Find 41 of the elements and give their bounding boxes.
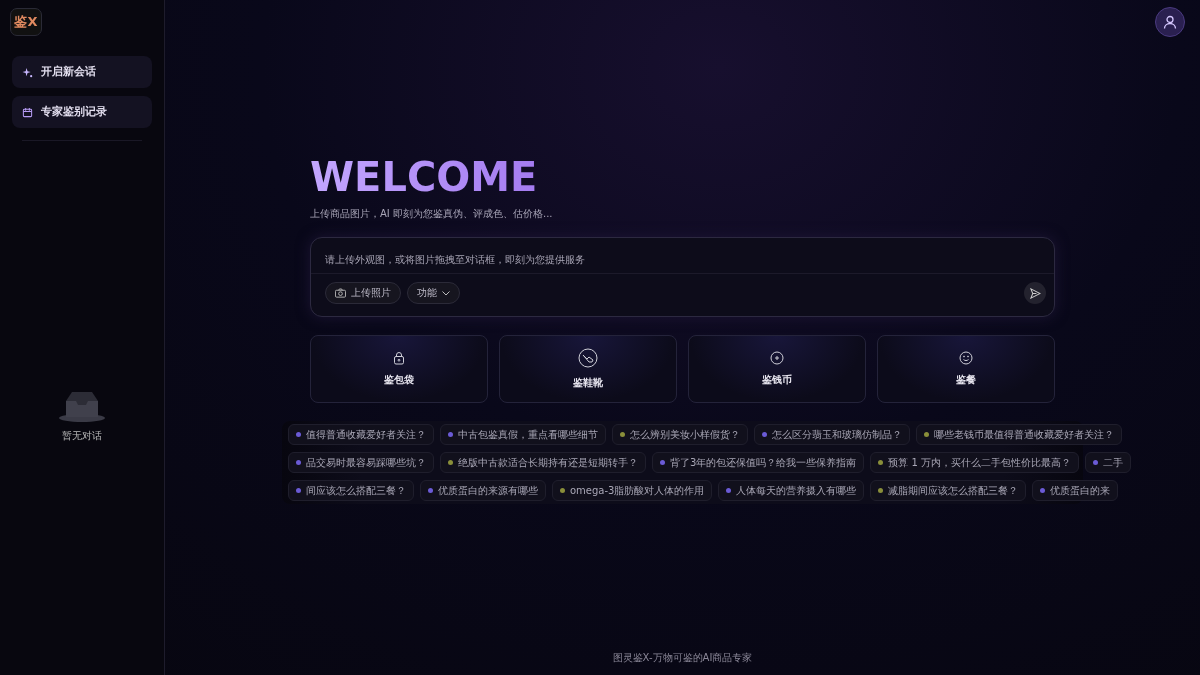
sparkle-icon — [22, 66, 33, 78]
suggestion-chip[interactable]: 怎么辨别美妆小样假货？ — [612, 424, 748, 445]
category-card[interactable]: 鉴包袋 — [310, 335, 488, 403]
calendar-icon — [22, 106, 33, 118]
suggestion-chip[interactable]: 间应该怎么搭配三餐？ — [288, 480, 414, 501]
empty-inbox-icon — [58, 389, 106, 423]
sidebar-item[interactable]: 专家鉴别记录 — [12, 96, 152, 128]
suggestion-chip[interactable]: 怎么区分翡玉和玻璃仿制品？ — [754, 424, 910, 445]
bag-icon — [392, 351, 406, 365]
suggestion-chip[interactable]: 品交易时最容易踩哪些坑？ — [288, 452, 434, 473]
suggestion-chip[interactable]: 优质蛋白的来源有哪些 — [420, 480, 546, 501]
suggestion-chip[interactable]: omega-3脂肪酸对人体的作用 — [552, 480, 713, 501]
send-button[interactable] — [1024, 282, 1046, 304]
category-card[interactable]: 鉴餐 — [877, 335, 1055, 403]
smiley-icon — [959, 351, 973, 365]
suggestion-chip[interactable]: 哪些老钱币最值得普通收藏爱好者关注？ — [916, 424, 1122, 445]
user-avatar-button[interactable] — [1155, 7, 1185, 37]
welcome-subtitle: 上传商品图片，AI 即刻为您鉴真伪、评成色、估价格... — [310, 207, 554, 221]
suggestion-chip[interactable]: 人体每天的营养摄入有哪些 — [718, 480, 865, 501]
suggestion-chip[interactable]: 值得普通收藏爱好者关注？ — [288, 424, 434, 445]
category-card[interactable]: 鉴钱币 — [688, 335, 866, 403]
coin-icon — [770, 351, 784, 365]
send-icon — [1029, 287, 1041, 299]
app-logo: 鉴X — [10, 8, 42, 36]
footer-text: 图灵鉴X-万物可鉴的AI商品专家 — [612, 651, 753, 665]
upload-photo-button[interactable]: 上传照片 — [325, 282, 401, 304]
suggestion-chip[interactable]: 背了3年的包还保值吗？给我一些保养指南 — [652, 452, 865, 473]
sidebar-item[interactable]: 开启新会话 — [12, 56, 152, 88]
suggestion-chip[interactable]: 预算 1 万内，买什么二手包性价比最高？ — [870, 452, 1080, 473]
empty-state-text: 暂无对话 — [62, 429, 102, 443]
camera-icon — [335, 288, 346, 298]
suggestion-chip[interactable]: 优质蛋白的来 — [1032, 480, 1119, 501]
user-icon — [1163, 15, 1177, 29]
suggestion-chip[interactable]: 绝版中古款适合长期持有还是短期转手？ — [440, 452, 646, 473]
function-dropdown-button[interactable]: 功能 — [407, 282, 460, 304]
suggestion-chip[interactable]: 减脂期间应该怎么搭配三餐？ — [870, 480, 1027, 501]
chat-composer[interactable]: 请上传外观图，或将图片拖拽至对话框，即刻为您提供服务 上传照片 功能 — [310, 237, 1055, 317]
category-card[interactable]: 鉴鞋靴 — [499, 335, 677, 403]
suggestion-chip[interactable]: 二手 — [1085, 452, 1132, 473]
caret-icon — [442, 290, 450, 296]
suggestion-chip[interactable]: 中古包鉴真假，重点看哪些细节 — [440, 424, 606, 445]
